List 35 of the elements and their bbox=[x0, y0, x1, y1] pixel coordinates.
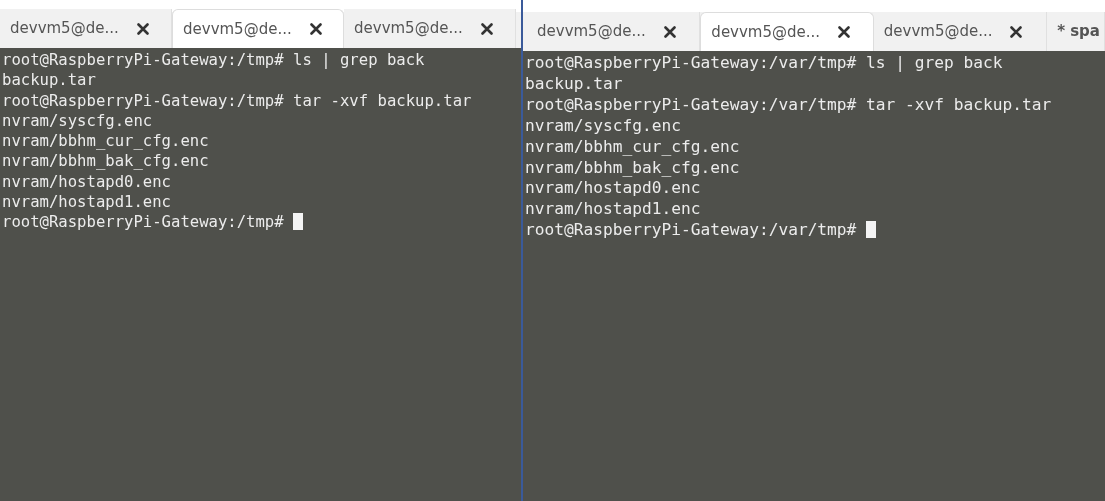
close-icon[interactable] bbox=[309, 23, 322, 35]
terminal-line: root@RaspberryPi-Gateway:/tmp# bbox=[2, 213, 284, 232]
terminal-line: root@RaspberryPi-Gateway:/tmp# tar -xvf backup.tar bbox=[2, 91, 472, 110]
tab[interactable]: devvm5@de... bbox=[344, 9, 516, 48]
tab-label: devvm5@de... bbox=[711, 21, 821, 43]
tab[interactable]: devvm5@de... bbox=[0, 9, 172, 48]
tab-label: devvm5@de... bbox=[883, 21, 993, 43]
terminal-line: nvram/syscfg.enc bbox=[525, 115, 681, 135]
terminal-line: nvram/syscfg.enc bbox=[2, 111, 153, 130]
terminal-line: nvram/bbhm_bak_cfg.enc bbox=[525, 157, 740, 177]
close-icon[interactable] bbox=[838, 26, 851, 38]
close-icon[interactable] bbox=[663, 25, 676, 38]
terminal-line: backup.tar bbox=[525, 73, 623, 93]
terminal-line: root@RaspberryPi-Gateway:/var/tmp# bbox=[525, 220, 857, 240]
terminal-line: nvram/hostapd1.enc bbox=[525, 199, 701, 219]
tab-label: devvm5@de... bbox=[10, 18, 119, 40]
close-icon[interactable] bbox=[136, 22, 149, 35]
tab-label: * spa bbox=[1057, 21, 1100, 43]
tab-label: devvm5@de... bbox=[537, 21, 646, 43]
tab-label: devvm5@de... bbox=[183, 18, 292, 40]
terminal-line: root@RaspberryPi-Gateway:/tmp# ls | grep back bbox=[2, 51, 425, 69]
terminal-line: nvram/hostapd1.enc bbox=[2, 193, 171, 212]
close-icon[interactable] bbox=[480, 22, 493, 35]
terminal-line: backup.tar bbox=[2, 71, 96, 90]
terminal-line: nvram/bbhm_bak_cfg.enc bbox=[2, 152, 209, 171]
terminal-line: nvram/hostapd0.enc bbox=[525, 178, 701, 198]
terminal-line: nvram/hostapd0.enc bbox=[2, 172, 171, 191]
terminal-line: root@RaspberryPi-Gateway:/var/tmp# ls | grep back bbox=[525, 53, 1003, 72]
terminal-line: root@RaspberryPi-Gateway:/var/tmp# tar -xvf backup.tar bbox=[525, 94, 1052, 114]
terminal-line: nvram/bbhm_cur_cfg.enc bbox=[2, 132, 209, 151]
tab[interactable]: devvm5@de... bbox=[700, 12, 874, 51]
tab-label: devvm5@de... bbox=[354, 18, 463, 40]
tab[interactable]: devvm5@de... bbox=[172, 9, 344, 48]
close-icon[interactable] bbox=[1010, 25, 1023, 38]
terminal-line: nvram/bbhm_cur_cfg.enc bbox=[525, 136, 740, 156]
